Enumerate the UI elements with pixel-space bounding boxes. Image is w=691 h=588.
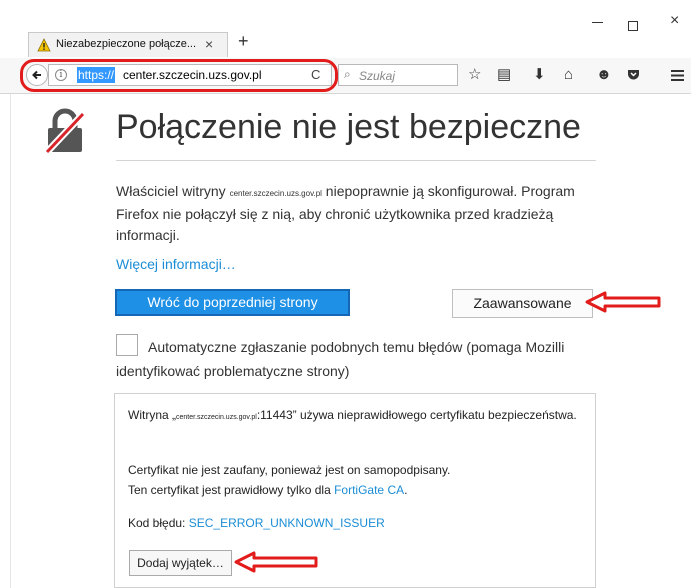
title-bar: Niezabezpieczone połącze... × + × [0, 0, 691, 58]
back-arrow-icon [32, 70, 41, 80]
info-icon[interactable]: i [55, 69, 67, 81]
advanced-button[interactable]: Zaawansowane [452, 289, 593, 318]
advanced-details-panel: Witryna „center.szczecin.uzs.gov.pl:1144… [114, 393, 596, 588]
go-back-button[interactable]: Wróć do poprzedniej strony [115, 289, 350, 316]
error-report-label: Automatyczne zgłaszanie podobnych temu b… [116, 339, 565, 379]
error-description: Właściciel witryny center.szczecin.uzs.g… [116, 181, 606, 246]
page-title: Połączenie nie jest bezpieczne [116, 108, 581, 146]
pocket-icon[interactable] [627, 69, 640, 81]
add-exception-button[interactable]: Dodaj wyjątek… [129, 550, 232, 576]
window-close-icon[interactable]: × [670, 12, 679, 30]
cert-text-start: Witryna „ [128, 408, 176, 422]
error-code-label: Kod błędu: [128, 516, 189, 530]
cert-warning-text: Witryna „center.szczecin.uzs.gov.pl:1144… [128, 405, 583, 428]
desc-text-start: Właściciel witryny [116, 183, 230, 199]
warning-icon [37, 38, 51, 52]
new-tab-button[interactable]: + [238, 31, 249, 52]
maximize-icon[interactable] [628, 21, 638, 31]
tab-insecure-connection[interactable]: Niezabezpieczone połącze... × [28, 32, 228, 57]
search-field[interactable]: ⌕ Szukaj [338, 64, 458, 86]
reload-icon[interactable]: C [311, 67, 320, 82]
back-button[interactable] [26, 64, 48, 86]
cert-untrusted-text: Certyfikat nie jest zaufany, ponieważ je… [128, 460, 583, 500]
cert-valid-for-end: . [404, 483, 408, 497]
search-icon: ⌕ [344, 67, 351, 81]
advanced-arrow-annotation [585, 291, 661, 313]
url-host: center.szczecin.uzs.gov.pl [123, 68, 262, 82]
tab-close-icon[interactable]: × [205, 36, 213, 52]
cert-host: center.szczecin.uzs.gov.pl [176, 414, 257, 421]
minimize-icon[interactable] [592, 22, 603, 23]
menu-icon[interactable] [671, 70, 684, 81]
cert-untrusted-line: Certyfikat nie jest zaufany, ponieważ je… [128, 463, 451, 477]
page-left-border [10, 94, 11, 588]
url-bar[interactable]: i https:// center.szczecin.uzs.gov.pl C [48, 64, 332, 86]
cert-valid-for-text: Ten certyfikat jest prawidłowy tylko dla [128, 483, 335, 497]
error-code-line: Kod błędu: SEC_ERROR_UNKNOWN_ISSUER [128, 513, 583, 533]
title-divider [116, 160, 596, 161]
cert-text-end: :11443” używa nieprawidłowego certyfikat… [256, 408, 577, 422]
search-placeholder: Szukaj [359, 69, 396, 83]
desc-host: center.szczecin.uzs.gov.pl [229, 189, 322, 198]
tab-title: Niezabezpieczone połącze... [56, 38, 197, 50]
url-scheme: https:// [77, 67, 116, 83]
bookmark-star-icon[interactable]: ☆ [468, 66, 481, 84]
home-icon[interactable]: ⌂ [564, 66, 573, 84]
add-exception-arrow-annotation [234, 551, 318, 573]
broken-lock-icon [44, 108, 86, 154]
more-info-link[interactable]: Więcej informacji… [116, 256, 236, 272]
reading-list-icon[interactable]: ▤ [497, 66, 511, 84]
error-code-link[interactable]: SEC_ERROR_UNKNOWN_ISSUER [189, 516, 385, 530]
download-icon[interactable]: ⬇ [533, 66, 546, 84]
smiley-icon[interactable]: ☻ [596, 66, 612, 84]
issuer-link[interactable]: FortiGate CA [334, 483, 404, 497]
